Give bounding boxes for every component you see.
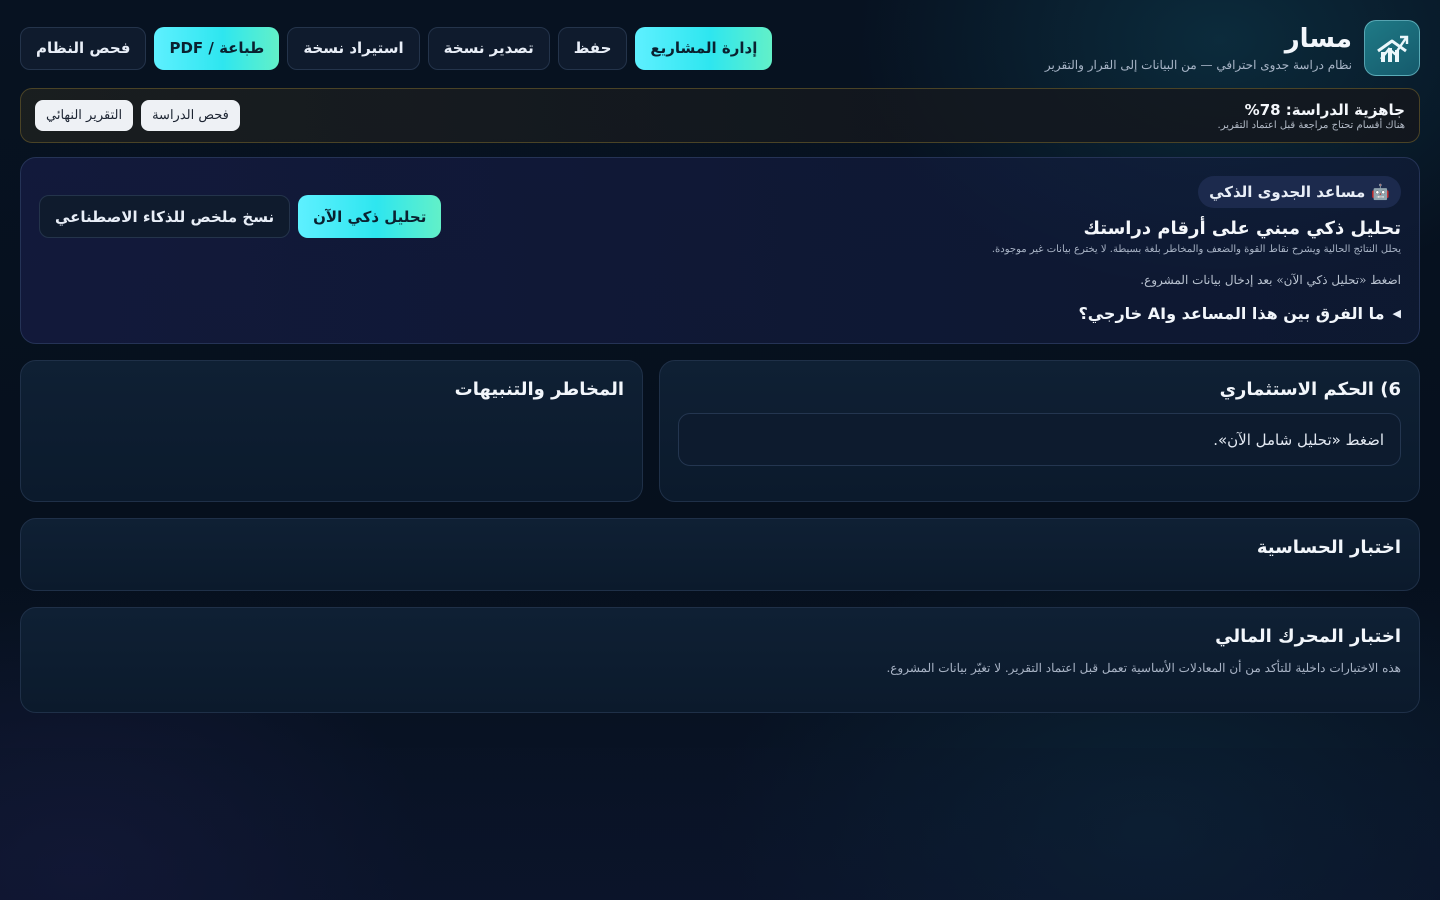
robot-icon: 🤖 [1371, 183, 1390, 201]
engine-subtitle: هذه الاختبارات داخلية للتأكد من أن المعا… [886, 661, 1401, 675]
sensitivity-title: اختبار الحساسية [1256, 537, 1401, 558]
readiness-bar: جاهزية الدراسة: 78% هناك أقسام تحتاج مرا… [20, 88, 1420, 143]
readiness-actions: فحص الدراسة التقرير النهائي [35, 100, 240, 131]
assistant-subtitle: يحلل النتائج الحالية ويشرح نقاط القوة وا… [991, 244, 1401, 255]
export-copy-button[interactable]: تصدير نسخة [427, 26, 550, 70]
risks-title: المخاطر والتنبيهات [454, 379, 624, 400]
chart-trend-icon [1364, 20, 1420, 76]
manage-projects-button[interactable]: إدارة المشاريع [635, 26, 773, 70]
app-subtitle: نظام دراسة جدوى احترافي — من البيانات إل… [1044, 58, 1352, 72]
risks-panel: المخاطر والتنبيهات [20, 360, 643, 502]
readiness-title: جاهزية الدراسة: 78% [1244, 100, 1405, 119]
assistant-badge: 🤖 مساعد الجدوى الذكي [1198, 176, 1401, 208]
print-pdf-button[interactable]: طباعة / PDF [154, 26, 280, 70]
app-title: مسار [1284, 24, 1352, 54]
analyze-now-button[interactable]: تحليل ذكي الآن [298, 195, 442, 238]
assistant-hint: اضغط «تحليل ذكي الآن» بعد إدخال بيانات ا… [1140, 273, 1401, 287]
investment-verdict-panel: 6) الحكم الاستثماري اضغط «تحليل شامل الآ… [659, 360, 1420, 502]
assistant-actions: تحليل ذكي الآن نسخ ملخص للذكاء الاصطناعي [39, 195, 442, 238]
app-page: مسار نظام دراسة جدوى احترافي — من البيان… [20, 20, 1420, 713]
background-bottom [0, 748, 1440, 900]
assistant-badge-label: مساعد الجدوى الذكي [1209, 183, 1366, 201]
assistant-details-toggle[interactable]: ◀ ما الفرق بين هذا المساعد وAI خارجي؟ [39, 304, 1401, 323]
check-study-button[interactable]: فحص الدراسة [141, 100, 240, 131]
copy-ai-summary-button[interactable]: نسخ ملخص للذكاء الاصطناعي [39, 195, 291, 238]
toolbar: إدارة المشاريع حفظ تصدير نسخة استيراد نس… [20, 26, 773, 70]
verdict-risks-row: 6) الحكم الاستثماري اضغط «تحليل شامل الآ… [20, 360, 1420, 502]
triangle-left-icon: ◀ [1392, 307, 1401, 320]
final-report-button[interactable]: التقرير النهائي [35, 100, 134, 131]
app-header: مسار نظام دراسة جدوى احترافي — من البيان… [20, 20, 1420, 76]
readiness-text: جاهزية الدراسة: 78% هناك أقسام تحتاج مرا… [1218, 101, 1405, 131]
brand: مسار نظام دراسة جدوى احترافي — من البيان… [1045, 20, 1420, 76]
save-button[interactable]: حفظ [557, 26, 628, 70]
financial-engine-panel: اختبار المحرك المالي هذه الاختبارات داخل… [20, 607, 1420, 713]
import-copy-button[interactable]: استيراد نسخة [287, 26, 420, 70]
details-toggle-label: ما الفرق بين هذا المساعد وAI خارجي؟ [1078, 304, 1385, 323]
system-check-button[interactable]: فحص النظام [20, 26, 147, 70]
brand-text: مسار نظام دراسة جدوى احترافي — من البيان… [1045, 24, 1352, 72]
verdict-title: 6) الحكم الاستثماري [1219, 379, 1401, 400]
engine-title: اختبار المحرك المالي [1215, 626, 1401, 647]
ai-assistant-card: 🤖 مساعد الجدوى الذكي تحليل ذكي مبني على … [20, 157, 1420, 344]
sensitivity-panel: اختبار الحساسية [20, 518, 1420, 591]
verdict-result: اضغط «تحليل شامل الآن». [678, 413, 1401, 466]
readiness-subtitle: هناك أقسام تحتاج مراجعة قبل اعتماد التقر… [1217, 119, 1405, 131]
